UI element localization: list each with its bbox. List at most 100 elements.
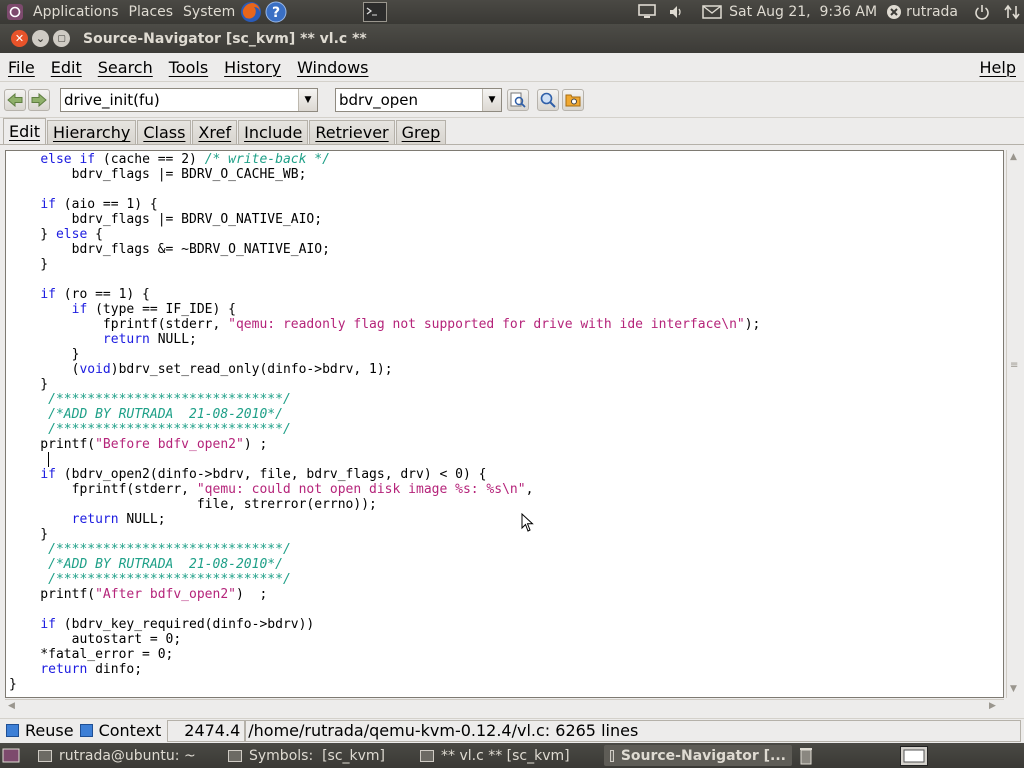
code-text[interactable]: else if (cache == 2) /* write-back */ bd… (9, 152, 760, 692)
code-line[interactable]: ​ (9, 452, 760, 467)
clock[interactable]: Sat Aug 21, 9:36 AM (729, 4, 877, 20)
tab-retriever[interactable]: Retriever (309, 120, 395, 144)
menu-windows[interactable]: Windows (289, 58, 376, 77)
menu-search[interactable]: Search (90, 58, 161, 77)
browse-folder-button[interactable] (562, 88, 584, 111)
trash-icon[interactable] (798, 747, 814, 765)
scroll-right-arrow-icon[interactable]: ▶ (989, 701, 996, 711)
code-line[interactable]: return NULL; (9, 332, 760, 347)
code-line[interactable]: file, strerror(errno)); (9, 497, 760, 512)
system-menu[interactable]: System (183, 4, 235, 20)
symbol-combo[interactable]: drive_init(fu) ▼ (60, 87, 318, 112)
code-line[interactable]: bdrv_flags |= BDRV_O_NATIVE_AIO; (9, 212, 760, 227)
code-line[interactable]: if (aio == 1) { (9, 197, 760, 212)
context-checkbox[interactable] (79, 724, 93, 737)
menu-tools[interactable]: Tools (161, 58, 216, 77)
firefox-icon[interactable] (240, 1, 262, 23)
ubuntu-logo-icon[interactable] (7, 4, 23, 20)
menu-history[interactable]: History (216, 58, 289, 77)
window-titlebar[interactable]: ✕ ⌄ ▢ Source-Navigator [sc_kvm] ** vl.c … (0, 24, 1024, 53)
code-line[interactable]: else if (cache == 2) /* write-back */ (9, 152, 760, 167)
task-symbols[interactable]: Symbols: [sc_kvm] (222, 745, 410, 766)
display-icon[interactable] (638, 4, 656, 20)
code-line[interactable]: bdrv_flags &= ~BDRV_O_NATIVE_AIO; (9, 242, 760, 257)
code-line[interactable]: return NULL; (9, 512, 760, 527)
back-button[interactable] (4, 88, 26, 111)
scroll-left-arrow-icon[interactable]: ◀ (8, 701, 15, 711)
menu-help[interactable]: Help (972, 58, 1024, 77)
code-line[interactable]: } else { (9, 227, 760, 242)
code-line[interactable]: } (9, 347, 760, 362)
find-in-file-button[interactable] (507, 88, 529, 111)
tab-xref[interactable]: Xref (192, 120, 238, 144)
code-line[interactable]: printf("Before bdfv_open2") ; (9, 437, 760, 452)
show-desktop-icon[interactable] (2, 747, 20, 765)
volume-icon[interactable] (668, 4, 684, 20)
code-line[interactable]: bdrv_flags |= BDRV_O_CACHE_WB; (9, 167, 760, 182)
code-line[interactable]: fprintf(stderr, "qemu: could not open di… (9, 482, 760, 497)
user-name[interactable]: rutrada (906, 4, 958, 20)
minimize-window-button[interactable]: ⌄ (32, 30, 49, 47)
code-line[interactable]: ​ (9, 272, 760, 287)
code-line[interactable]: if (type == IF_IDE) { (9, 302, 760, 317)
horizontal-scrollbar[interactable]: ◀ ▶ (5, 699, 1004, 714)
search-button[interactable] (537, 88, 559, 111)
search-combo[interactable]: bdrv_open ▼ (335, 87, 502, 112)
vertical-scrollbar[interactable]: ▲ ≡ ▼ (1006, 150, 1022, 698)
workspace-switcher-icon[interactable] (900, 745, 928, 766)
code-line[interactable]: ​ (9, 602, 760, 617)
task-terminal[interactable]: rutrada@ubuntu: ~ (32, 745, 218, 766)
scroll-down-arrow-icon[interactable]: ▼ (1010, 684, 1017, 694)
code-line[interactable]: fprintf(stderr, "qemu: readonly flag not… (9, 317, 760, 332)
task-source-navigator[interactable]: Source-Navigator [... (604, 745, 792, 766)
code-line[interactable]: } (9, 257, 760, 272)
menu-file[interactable]: File (0, 58, 43, 77)
code-line[interactable]: } (9, 677, 760, 692)
code-editor[interactable]: else if (cache == 2) /* write-back */ bd… (5, 150, 1004, 698)
code-line[interactable]: } (9, 527, 760, 542)
scroll-up-arrow-icon[interactable]: ▲ (1010, 152, 1017, 162)
code-line[interactable]: } (9, 377, 760, 392)
power-icon[interactable] (974, 4, 990, 20)
code-line[interactable]: /*****************************/ (9, 422, 760, 437)
code-line[interactable]: *fatal_error = 0; (9, 647, 760, 662)
maximize-window-button[interactable]: ▢ (53, 30, 70, 47)
code-line[interactable]: /*****************************/ (9, 542, 760, 557)
tab-class[interactable]: Class (137, 120, 192, 144)
code-line[interactable]: /*ADD BY RUTRADA 21-08-2010*/ (9, 407, 760, 422)
applications-menu[interactable]: Applications (33, 4, 119, 20)
scroll-thumb-icon[interactable]: ≡ (1010, 360, 1019, 372)
symbol-combo-value[interactable]: drive_init(fu) (61, 91, 298, 109)
search-combo-dropdown-button[interactable]: ▼ (482, 88, 501, 111)
tab-grep[interactable]: Grep (395, 120, 447, 144)
code-line[interactable]: /*****************************/ (9, 392, 760, 407)
search-combo-value[interactable]: bdrv_open (336, 91, 482, 109)
tab-edit[interactable]: Edit (3, 118, 46, 144)
mail-icon[interactable] (702, 5, 722, 19)
code-line[interactable]: autostart = 0; (9, 632, 760, 647)
help-icon[interactable]: ? (265, 1, 287, 23)
code-line[interactable]: (void)bdrv_set_read_only(dinfo->bdrv, 1)… (9, 362, 760, 377)
code-line[interactable]: return dinfo; (9, 662, 760, 677)
context-label[interactable]: Context (99, 721, 162, 740)
user-status-icon[interactable] (886, 4, 902, 20)
reuse-checkbox[interactable] (6, 724, 19, 737)
places-menu[interactable]: Places (129, 4, 174, 20)
symbol-combo-dropdown-button[interactable]: ▼ (298, 88, 317, 111)
code-line[interactable]: if (bdrv_open2(dinfo->bdrv, file, bdrv_f… (9, 467, 760, 482)
code-line[interactable]: ​ (9, 182, 760, 197)
tab-hierarchy[interactable]: Hierarchy (46, 120, 137, 144)
code-line[interactable]: if (bdrv_key_required(dinfo->bdrv)) (9, 617, 760, 632)
code-line[interactable]: printf("After bdfv_open2") ; (9, 587, 760, 602)
close-window-button[interactable]: ✕ (11, 30, 28, 47)
terminal-launcher-icon[interactable] (363, 2, 388, 22)
forward-button[interactable] (28, 88, 50, 111)
menu-edit[interactable]: Edit (43, 58, 90, 77)
tab-include[interactable]: Include (238, 120, 309, 144)
code-line[interactable]: /*****************************/ (9, 572, 760, 587)
code-line[interactable]: /*ADD BY RUTRADA 21-08-2010*/ (9, 557, 760, 572)
reuse-label[interactable]: Reuse (25, 721, 74, 740)
network-arrows-icon[interactable] (1004, 4, 1020, 20)
code-line[interactable]: if (ro == 1) { (9, 287, 760, 302)
task-vl-c[interactable]: ** vl.c ** [sc_kvm] (414, 745, 600, 766)
